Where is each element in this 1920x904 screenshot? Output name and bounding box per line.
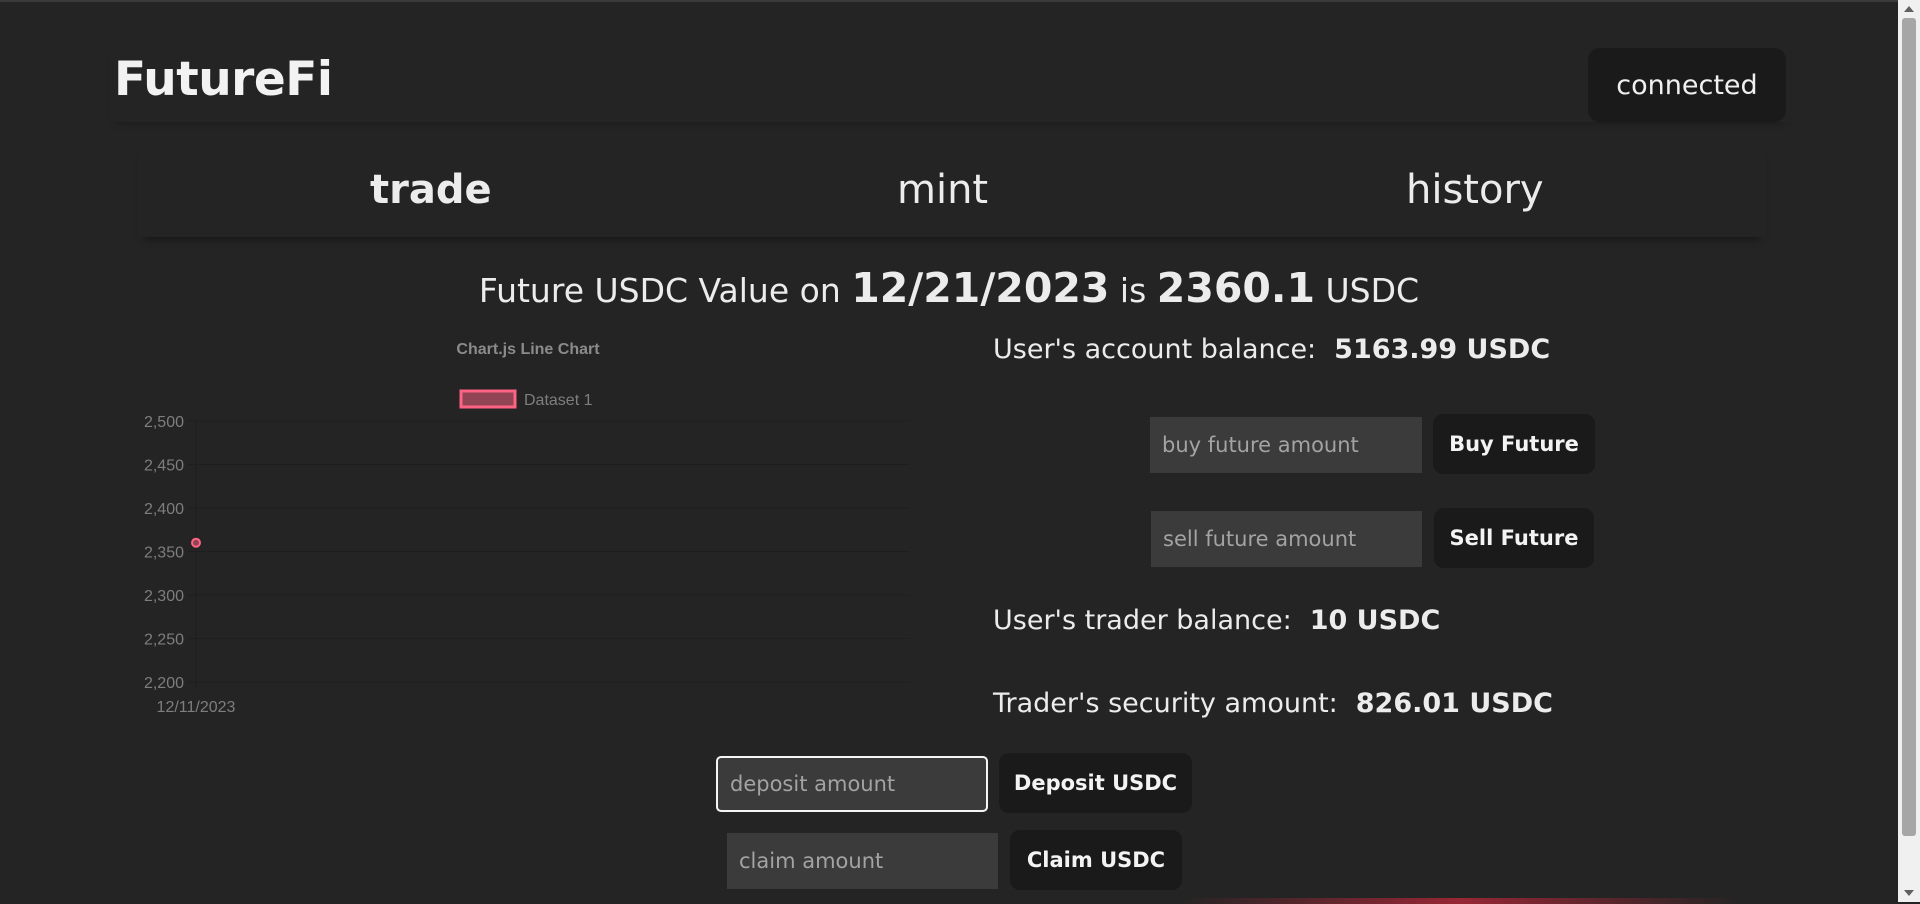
y-tick-label: 2,350: [144, 545, 184, 562]
sell-future-input[interactable]: [1151, 511, 1422, 567]
vertical-scrollbar[interactable]: [1898, 0, 1920, 902]
header: FutureFi connected: [110, 42, 1790, 122]
headline-value: 2360.1: [1156, 264, 1316, 312]
y-tick-label: 2,300: [144, 588, 184, 605]
claim-amount-input[interactable]: [727, 833, 998, 889]
buy-future-button[interactable]: Buy Future: [1433, 414, 1595, 474]
tab-mint[interactable]: mint: [897, 167, 988, 213]
legend-label: Dataset 1: [524, 392, 593, 409]
y-tick-label: 2,500: [144, 414, 184, 431]
connect-wallet-button[interactable]: connected: [1588, 48, 1786, 122]
y-tick-label: 2,200: [144, 675, 184, 692]
trader-balance-value: 10 USDC: [1309, 605, 1441, 636]
claim-usdc-button[interactable]: Claim USDC: [1010, 830, 1182, 890]
y-tick-label: 2,250: [144, 632, 184, 649]
account-balance-value: 5163.99 USDC: [1334, 334, 1551, 365]
deposit-usdc-button[interactable]: Deposit USDC: [999, 753, 1192, 813]
headline-unit: USDC: [1325, 271, 1420, 310]
scroll-down-arrow-icon[interactable]: [1904, 890, 1914, 896]
y-tick-label: 2,450: [144, 458, 184, 475]
buy-future-input[interactable]: [1150, 417, 1422, 473]
tab-bar: trade mint history: [138, 145, 1766, 237]
tab-history[interactable]: history: [1406, 167, 1544, 213]
security-amount: Trader's security amount: 826.01 USDC: [993, 688, 1553, 719]
sell-future-button[interactable]: Sell Future: [1434, 508, 1594, 568]
future-value-headline: Future USDC Value on 12/21/2023 is 2360.…: [0, 264, 1898, 312]
scrollbar-thumb[interactable]: [1902, 18, 1916, 836]
headline-date: 12/21/2023: [851, 264, 1110, 312]
x-tick-label: 12/11/2023: [157, 699, 236, 716]
deposit-amount-input[interactable]: [716, 756, 988, 812]
bottom-glow-decoration: [1180, 898, 1740, 904]
trader-balance-label: User's trader balance:: [993, 605, 1292, 636]
price-chart: Chart.js Line Chart Dataset 1 2,500 2,450 2,…: [120, 332, 920, 732]
data-point: [191, 537, 201, 548]
security-amount-value: 826.01 USDC: [1355, 688, 1553, 719]
scroll-up-arrow-icon[interactable]: [1904, 6, 1914, 12]
legend-swatch: [459, 389, 517, 409]
y-tick-label: 2,400: [144, 501, 184, 518]
chart-svg: Chart.js Line Chart Dataset 1 2,500 2,450 2,…: [144, 341, 910, 716]
trader-balance: User's trader balance: 10 USDC: [993, 605, 1440, 636]
account-balance-label: User's account balance:: [993, 334, 1317, 365]
chart-title: Chart.js Line Chart: [456, 341, 600, 358]
tab-trade[interactable]: trade: [370, 167, 492, 213]
app-root: FutureFi connected trade mint history Fu…: [0, 0, 1898, 904]
app-logo: FutureFi: [114, 52, 333, 107]
account-balance: User's account balance: 5163.99 USDC: [993, 334, 1550, 365]
security-amount-label: Trader's security amount:: [993, 688, 1338, 719]
headline-mid: is: [1119, 271, 1147, 310]
headline-prefix: Future USDC Value on: [478, 271, 841, 310]
